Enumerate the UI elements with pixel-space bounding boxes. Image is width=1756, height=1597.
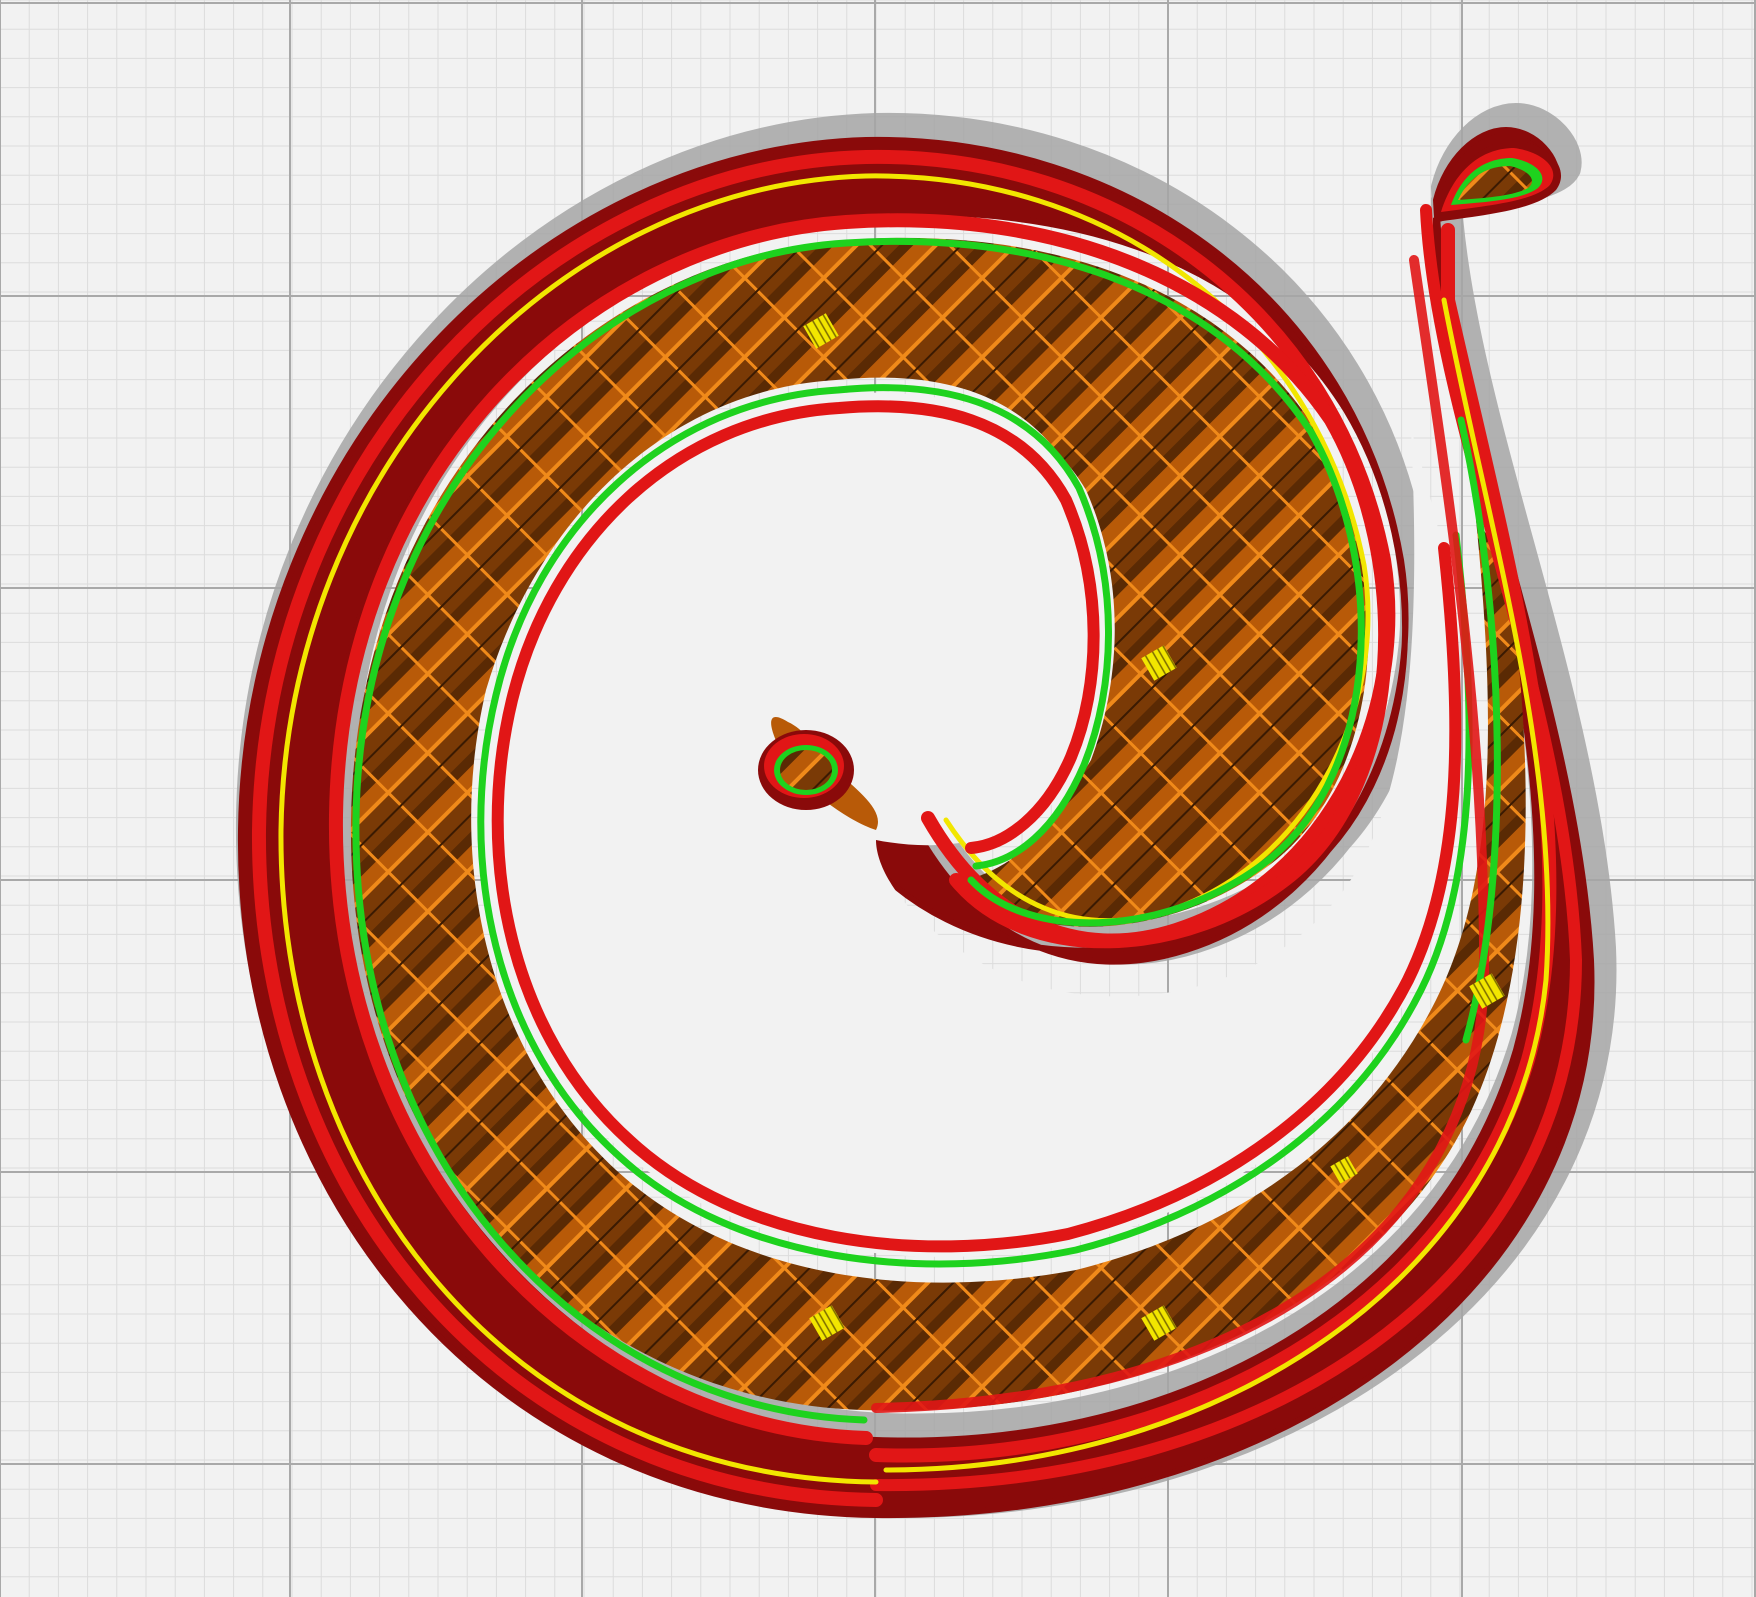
layer-preview-canvas[interactable] [0,0,1756,1597]
layer-preview-viewport[interactable] [0,0,1756,1597]
